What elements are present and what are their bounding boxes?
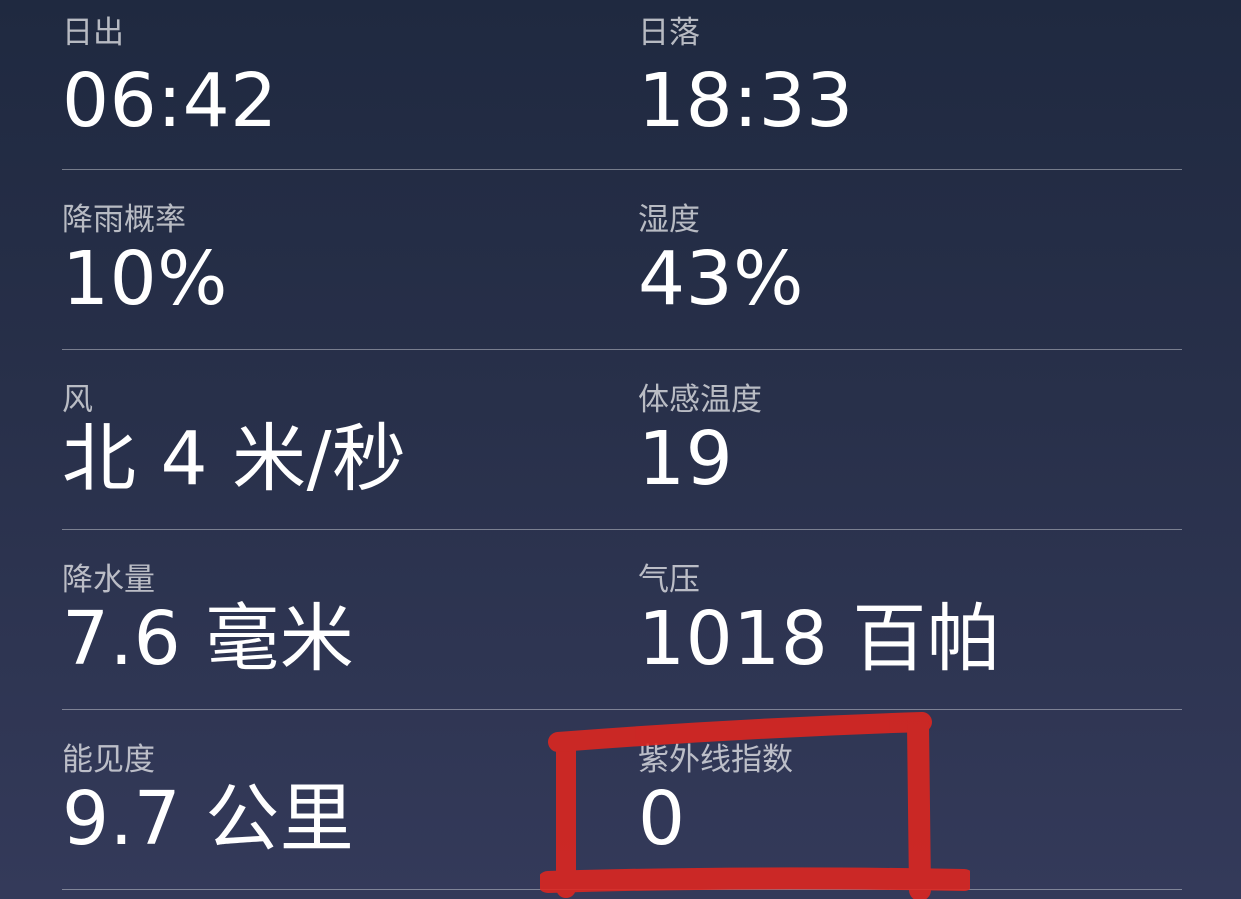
detail-precipitation: 降水量 7.6 毫米	[62, 530, 582, 709]
detail-label: 降雨概率	[62, 202, 186, 238]
detail-row-precip-pressure: 降水量 7.6 毫米 气压 1018 百帕	[62, 530, 1182, 710]
detail-row-rain-humidity: 降雨概率 10% 湿度 43%	[62, 170, 1182, 350]
detail-value: 0	[638, 776, 686, 862]
detail-label: 体感温度	[638, 382, 762, 418]
detail-rain-chance: 降雨概率 10%	[62, 170, 582, 349]
detail-label: 风	[62, 382, 93, 418]
detail-value: 10%	[62, 236, 228, 322]
detail-label: 紫外线指数	[638, 742, 793, 778]
detail-feels-like: 体感温度 19	[638, 350, 1158, 529]
detail-uv-index: 紫外线指数 0	[638, 710, 1158, 889]
detail-row-wind-feels: 风 北 4 米/秒 体感温度 19	[62, 350, 1182, 530]
detail-label: 能见度	[62, 742, 155, 778]
detail-label: 日出	[62, 15, 124, 51]
detail-sunrise: 日出 06:42	[62, 0, 582, 169]
detail-pressure: 气压 1018 百帕	[638, 530, 1158, 709]
detail-value: 18:33	[638, 58, 854, 144]
detail-humidity: 湿度 43%	[638, 170, 1158, 349]
detail-label: 日落	[638, 15, 700, 51]
detail-wind: 风 北 4 米/秒	[62, 350, 582, 529]
detail-row-visibility-uv: 能见度 9.7 公里 紫外线指数 0	[62, 710, 1182, 890]
detail-value: 9.7 公里	[62, 776, 355, 862]
detail-label: 降水量	[62, 562, 155, 598]
detail-value: 06:42	[62, 58, 278, 144]
weather-details-grid: 日出 06:42 日落 18:33 降雨概率 10% 湿度 43% 风 北 4 …	[62, 0, 1182, 890]
detail-value: 北 4 米/秒	[62, 416, 407, 502]
detail-label: 气压	[638, 562, 700, 598]
detail-value: 7.6 毫米	[62, 596, 355, 682]
detail-visibility: 能见度 9.7 公里	[62, 710, 582, 889]
detail-value: 19	[638, 416, 734, 502]
detail-label: 湿度	[638, 202, 700, 238]
detail-sunset: 日落 18:33	[638, 0, 1158, 169]
detail-value: 43%	[638, 236, 804, 322]
detail-row-sun: 日出 06:42 日落 18:33	[62, 0, 1182, 170]
detail-value: 1018 百帕	[638, 596, 1002, 682]
